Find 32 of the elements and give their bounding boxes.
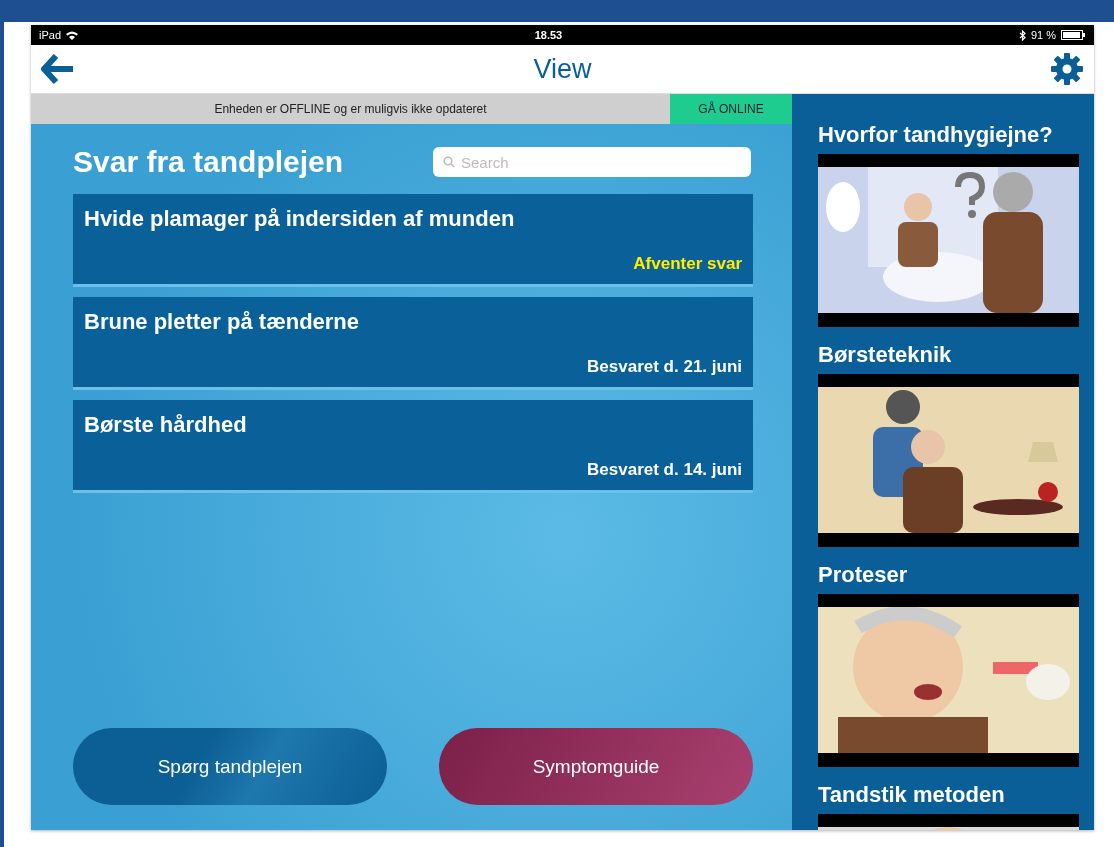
battery-icon — [1061, 30, 1086, 40]
search-icon — [443, 156, 455, 168]
video-title[interactable]: Proteser — [818, 562, 1079, 588]
settings-icon[interactable] — [1050, 52, 1084, 86]
page-heading: Svar fra tandplejen — [73, 145, 344, 179]
question-status: Afventer svar — [633, 254, 742, 274]
action-button[interactable]: Spørg tandplejen — [73, 728, 387, 805]
offline-message: Enheden er OFFLINE og er muligvis ikke opdateret — [213, 101, 488, 118]
device-name: iPad — [39, 29, 62, 41]
bluetooth-icon — [1018, 29, 1026, 41]
search-field[interactable]: Search — [433, 147, 751, 177]
video-title[interactable]: Hvorfor tandhygiejne? — [818, 122, 1079, 148]
question-title: Børste hårdhed — [84, 412, 248, 438]
clock-time: 18.53 — [533, 29, 564, 41]
question-title: Hvide plamager på indersiden af munden — [84, 206, 516, 232]
go-online-button[interactable]: GÅ ONLINE — [670, 94, 792, 124]
question-status: Besvaret d. 14. juni — [587, 460, 742, 480]
question-card[interactable]: Børste hårdhed Besvaret d. 14. juni — [73, 400, 753, 493]
video-thumbnail[interactable] — [818, 594, 1079, 767]
battery-percent: 91 % — [1030, 29, 1056, 41]
back-arrow-icon[interactable] — [41, 54, 75, 84]
video-thumbnail[interactable] — [818, 154, 1079, 327]
video-title[interactable]: Børsteteknik — [818, 342, 1079, 368]
action-button[interactable]: Symptomguide — [439, 728, 753, 805]
question-card[interactable]: Brune pletter på tænderne Besvaret d. 21. juni — [73, 297, 753, 390]
nav-title: View — [533, 53, 592, 85]
video-thumbnail[interactable] — [818, 374, 1079, 547]
video-title[interactable]: Tandstik metoden — [818, 782, 1079, 808]
question-status: Besvaret d. 21. juni — [587, 357, 742, 377]
question-title: Brune pletter på tænderne — [84, 309, 361, 335]
wifi-icon — [66, 30, 79, 40]
question-card[interactable]: Hvide plamager på indersiden af munden Afventer svar — [73, 194, 753, 287]
